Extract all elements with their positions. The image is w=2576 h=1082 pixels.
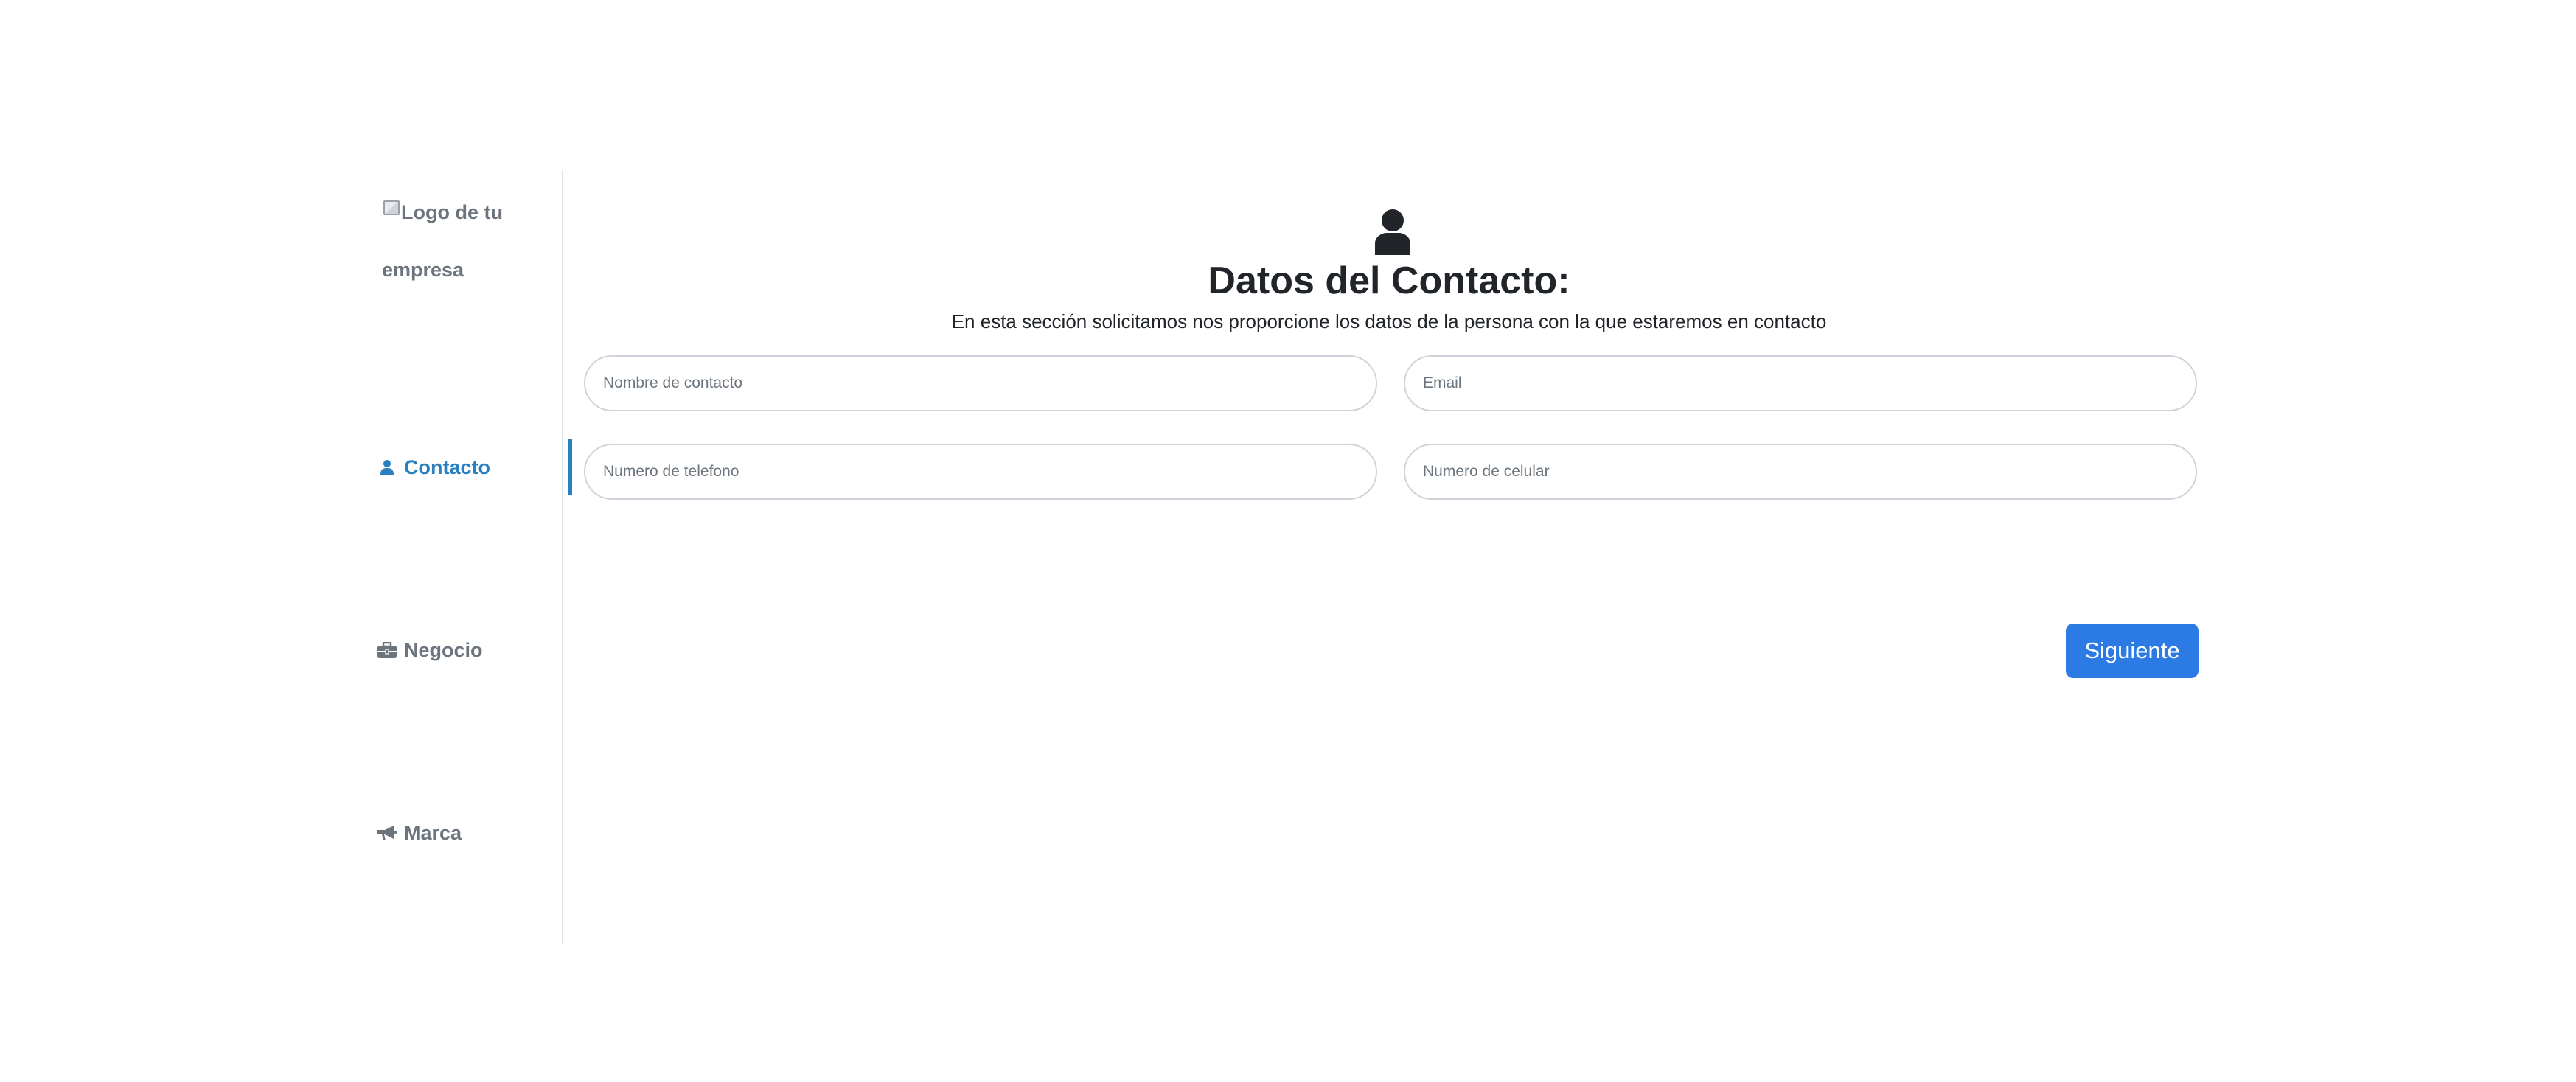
sidebar-item-label: Marca — [404, 821, 462, 844]
user-icon — [1371, 208, 1415, 255]
megaphone-icon — [377, 823, 397, 842]
email-field[interactable] — [1404, 355, 2197, 411]
sidebar-item-label: Contacto — [404, 456, 490, 478]
sidebar-item-contacto[interactable]: Contacto — [377, 439, 572, 495]
company-logo: Logo de tu empresa — [382, 198, 529, 281]
sidebar-item-negocio[interactable]: Negocio — [377, 622, 562, 678]
logo-alt-text-line2: empresa — [382, 259, 464, 281]
mobile-field[interactable] — [1404, 444, 2197, 500]
contact-name-field[interactable] — [584, 355, 1377, 411]
broken-image-icon — [382, 199, 401, 217]
sidebar-item-marca[interactable]: Marca — [377, 805, 562, 861]
briefcase-icon — [377, 641, 397, 660]
page-description: En esta sección solicitamos nos proporci… — [951, 310, 1827, 332]
sidebar: Logo de tu empresa Contacto Negocio Marc… — [369, 170, 572, 943]
next-button[interactable]: Siguiente — [2066, 624, 2199, 678]
phone-field[interactable] — [584, 444, 1377, 500]
sidebar-item-label: Negocio — [404, 638, 483, 661]
logo-alt-text-line1: Logo de tu — [401, 201, 503, 223]
main-content: Datos del Contacto: En esta sección soli… — [563, 170, 2200, 943]
user-icon — [377, 458, 397, 477]
page-title: Datos del Contacto: — [1208, 259, 1570, 302]
